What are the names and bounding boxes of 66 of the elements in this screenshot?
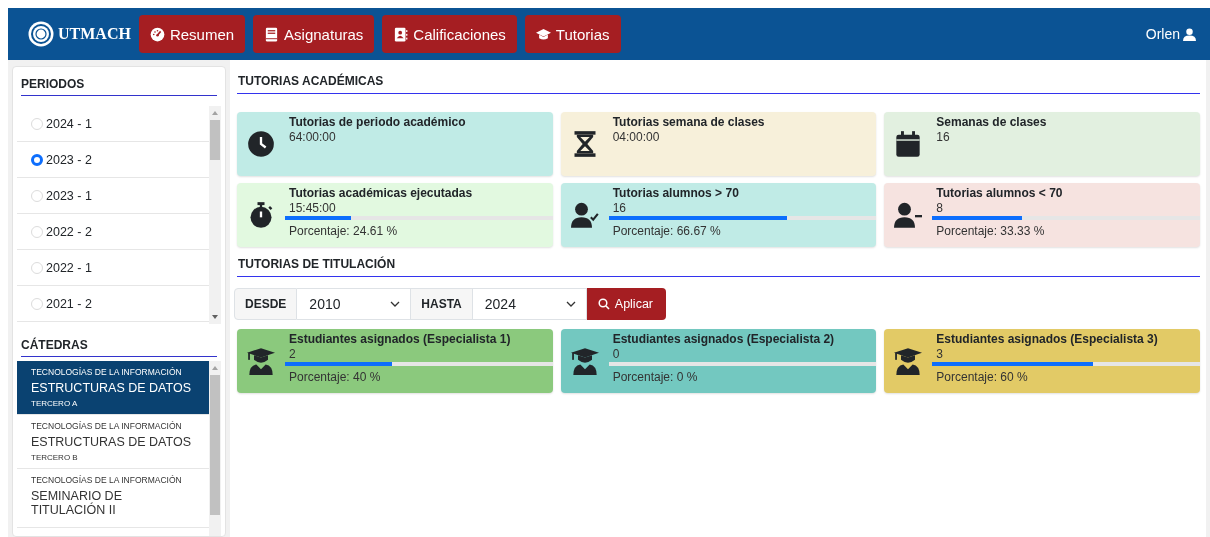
card-title: Tutorias alumnos < 70 [935, 186, 1064, 200]
user-minus-icon [894, 201, 923, 229]
card-title: Tutorias alumnos > 70 [611, 186, 740, 200]
card-value: 2 [288, 347, 297, 361]
group-label: TERCERO A [31, 399, 79, 408]
faculty-label: TECNOLOGÍAS DE LA INFORMACIÓN [31, 421, 183, 431]
card-title: Estudiantes asignados (Especialista 3) [935, 332, 1159, 346]
filter-label: HASTA [411, 288, 473, 320]
search-icon [597, 298, 610, 310]
course-name: SEMINARIO DE TITULACIÓN II [31, 489, 123, 517]
graduate-icon [247, 347, 275, 375]
card-value: 3 [935, 347, 944, 361]
course-name: ESTRUCTURAS DE DATOS [31, 381, 192, 395]
card-title: Tutorias de periodo académico [288, 115, 467, 129]
percentage-text: Porcentaje: 66.67 % [611, 224, 722, 238]
card-value: 64:00:00 [288, 130, 337, 144]
calendar-icon [894, 130, 923, 158]
radio-button[interactable] [31, 153, 43, 166]
graduation-cap-icon [535, 26, 551, 42]
year-select[interactable]: 2024 [472, 288, 587, 320]
card-value: 16 [611, 201, 627, 215]
percentage-text: Porcentaje: 33.33 % [935, 224, 1046, 238]
user-check-icon [570, 201, 599, 229]
brand-name: UTMACH [58, 25, 131, 43]
group-label: TERCERO B [31, 453, 79, 462]
nav-button[interactable]: Asignaturas [253, 15, 375, 53]
percentage-text: Porcentaje: 24.61 % [288, 224, 399, 238]
logo [28, 21, 54, 47]
clock-icon [247, 130, 275, 158]
card-title: Semanas de clases [935, 115, 1048, 129]
card-value: 15:45:00 [288, 201, 337, 215]
scrollbar[interactable] [209, 106, 221, 324]
card-title: Estudiantes asignados (Especialista 1) [288, 332, 512, 346]
card-title: Tutorias semana de clases [611, 115, 766, 129]
section-heading: TUTORIAS DE TITULACIÓN [237, 247, 1200, 277]
contact-card-icon [393, 26, 409, 42]
percentage-text: Porcentaje: 40 % [288, 370, 382, 384]
apply-button[interactable]: Aplicar [586, 288, 666, 320]
card-title: Estudiantes asignados (Especialista 2) [611, 332, 836, 346]
nav-button[interactable]: Resumen [138, 15, 246, 53]
graduate-icon [894, 347, 923, 375]
filter-label: DESDE [234, 288, 298, 320]
card-title: Tutorias académicas ejecutadas [288, 186, 474, 200]
nav-button[interactable]: Tutorias [524, 15, 621, 53]
chevron-down-icon [390, 299, 401, 309]
nav-button[interactable]: Calificaciones [382, 15, 517, 53]
course-name: ESTRUCTURAS DE DATOS [31, 435, 192, 449]
gauge-icon [149, 26, 165, 42]
faculty-label: TECNOLOGÍAS DE LA INFORMACIÓN [31, 367, 183, 377]
chevron-down-icon [565, 299, 576, 309]
card-value: 8 [935, 201, 944, 215]
course-item[interactable]: TECNOLOGÍAS DE LA INFORMACIÓN ESTRUCTURAS DE DATOS TERCERO A [17, 361, 209, 415]
user-menu[interactable]: Orlen [1145, 26, 1196, 42]
section-heading: CÁTEDRAS [21, 338, 217, 357]
faculty-label: TECNOLOGÍAS DE LA INFORMACIÓN [31, 475, 183, 485]
percentage-text: Porcentaje: 0 % [611, 370, 699, 384]
scrollbar[interactable] [209, 361, 221, 536]
card-value: 16 [935, 130, 951, 144]
card-value: 0 [611, 347, 621, 361]
section-heading: PERIODOS [21, 77, 217, 96]
user-icon [1183, 27, 1196, 41]
card-value: 04:00:00 [611, 130, 661, 144]
percentage-text: Porcentaje: 60 % [935, 370, 1029, 384]
book-icon [264, 26, 280, 42]
section-heading: TUTORIAS ACADÉMICAS [237, 60, 1200, 94]
graduate-icon [570, 347, 599, 375]
